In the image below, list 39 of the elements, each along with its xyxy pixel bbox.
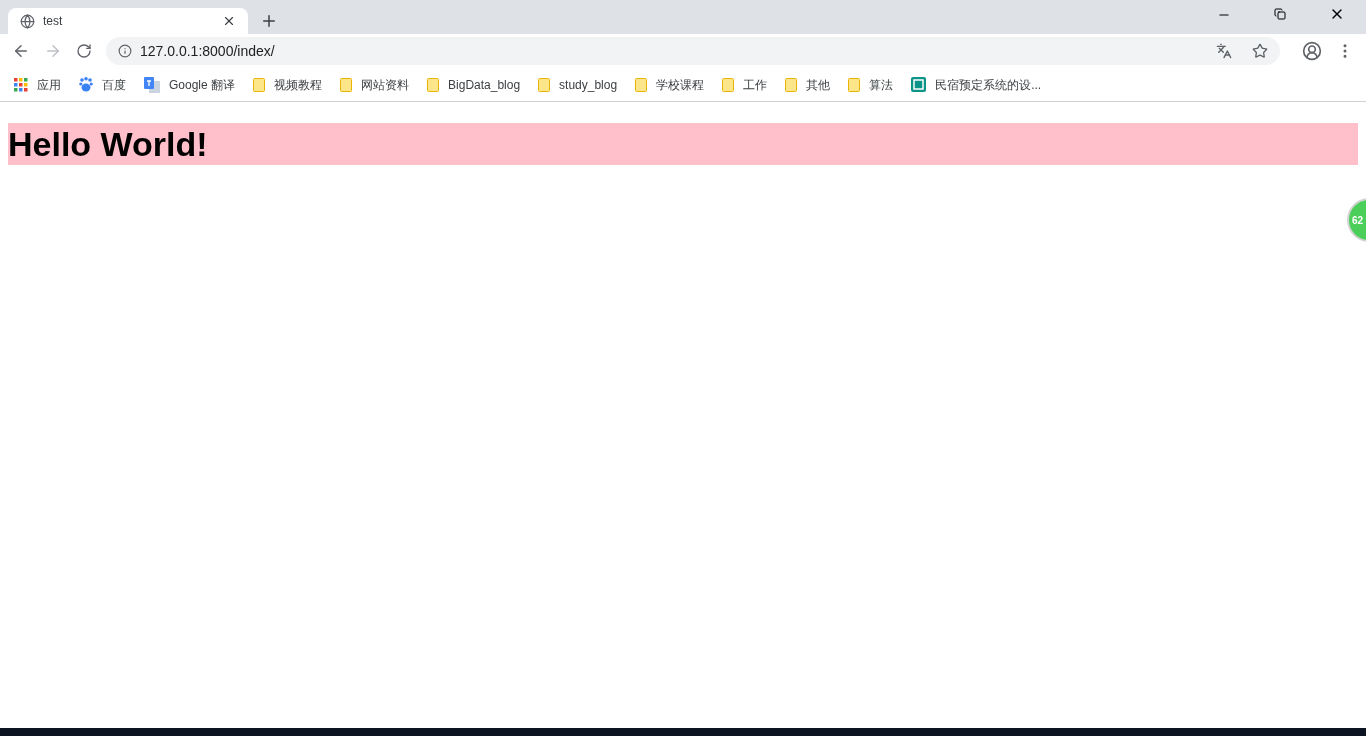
folder-icon — [722, 77, 735, 92]
tab-title: test — [43, 13, 64, 30]
folder-icon — [538, 77, 551, 92]
bookmark-item[interactable]: 工作 — [722, 75, 768, 94]
folder-icon — [253, 77, 266, 92]
translate-page-icon[interactable] — [1216, 43, 1232, 59]
bookmark-star-icon[interactable] — [1252, 43, 1268, 59]
url-text: 127.0.0.1:8000/index/ — [140, 41, 276, 61]
folder-icon — [785, 77, 798, 92]
reload-icon[interactable] — [76, 43, 92, 59]
bookmark-item[interactable]: 应用 — [14, 75, 61, 94]
info-icon — [118, 44, 132, 58]
bookmark-item[interactable]: 民宿预定系统的设... — [911, 75, 1042, 94]
profile-icon[interactable] — [1302, 41, 1322, 61]
restore-icon[interactable] — [1274, 8, 1286, 20]
bookmark-item[interactable]: 学校课程 — [635, 75, 705, 94]
page-heading: Hello World! — [8, 123, 1358, 165]
bookmark-item[interactable]: 视频教程 — [253, 75, 323, 94]
apps-grid-icon — [14, 77, 28, 92]
bookmark-item[interactable]: 算法 — [848, 75, 894, 94]
bookmark-item[interactable]: Google 翻译 — [144, 75, 236, 94]
paw-icon — [79, 77, 93, 92]
back-icon[interactable] — [12, 42, 30, 60]
folder-icon — [340, 77, 353, 92]
new-tab-icon[interactable] — [260, 12, 278, 30]
bookmark-item[interactable]: 其他 — [785, 75, 831, 94]
site-logo-icon — [911, 77, 927, 92]
bookmark-item[interactable]: 百度 — [79, 75, 126, 94]
address-bar[interactable]: 127.0.0.1:8000/index/ — [106, 37, 1280, 65]
folder-icon — [848, 77, 861, 92]
bookmark-item[interactable]: study_blog — [538, 75, 618, 94]
close-tab-icon[interactable] — [222, 14, 236, 28]
bookmark-item[interactable]: 网站资料 — [340, 75, 410, 94]
folder-icon — [427, 77, 440, 92]
browser-tab[interactable]: test — [8, 8, 248, 34]
translate-icon — [144, 76, 160, 93]
globe-icon — [20, 13, 35, 29]
folder-icon — [635, 77, 648, 92]
bookmark-item[interactable]: BigData_blog — [427, 75, 521, 94]
